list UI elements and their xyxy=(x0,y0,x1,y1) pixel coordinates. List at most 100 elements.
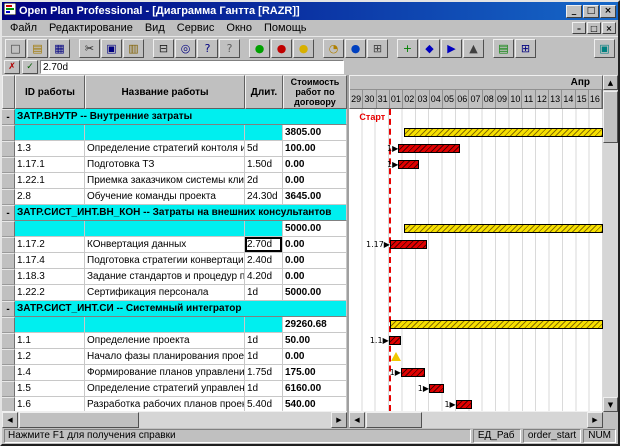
table-row[interactable]: 1.22.2Сертификация персонала1d5000.00 xyxy=(2,285,347,301)
cell-cost[interactable]: 0.00 xyxy=(283,349,347,365)
table-row[interactable]: 5000.00 xyxy=(2,221,347,237)
cell-name[interactable]: Подготовка стратегии конвертации xyxy=(85,253,245,269)
cell-cost[interactable]: 0.00 xyxy=(283,237,347,253)
table-row[interactable]: 1.17.2КОнвертация данных2.70d0.00 xyxy=(2,237,347,253)
row-collapse-indicator[interactable] xyxy=(2,269,15,285)
menu-item-2[interactable]: Вид xyxy=(139,21,171,35)
help-button[interactable]: ? xyxy=(197,39,218,58)
mdi-minimize-button[interactable]: – xyxy=(572,22,586,34)
header-id[interactable]: ID работы xyxy=(15,75,85,109)
table-row[interactable]: -ЗАТР.ВНУТР -- Внутренние затраты xyxy=(2,109,347,125)
cell-cost[interactable]: 540.00 xyxy=(283,397,347,411)
cell-name[interactable]: Приемка заказчиком системы клиент xyxy=(85,173,245,189)
row-collapse-indicator[interactable]: - xyxy=(2,109,15,125)
cell-cost[interactable]: 6160.00 xyxy=(283,381,347,397)
gantt-bar-summary[interactable] xyxy=(404,128,603,137)
cell-cost[interactable]: 0.00 xyxy=(283,173,347,189)
gantt-bar-task[interactable] xyxy=(389,336,401,345)
table-row[interactable]: 1.22.1Приемка заказчиком системы клиент2… xyxy=(2,173,347,189)
table-row[interactable]: 1.17.4Подготовка стратегии конвертации2.… xyxy=(2,253,347,269)
cell-duration[interactable] xyxy=(245,125,283,141)
maximize-button[interactable]: □ xyxy=(583,5,599,18)
cell-name[interactable] xyxy=(85,125,245,141)
cell-cost[interactable]: 3805.00 xyxy=(283,125,347,141)
cell-duration[interactable]: 2d xyxy=(245,173,283,189)
cell-duration[interactable]: 2.70d xyxy=(245,237,283,253)
table-row[interactable]: 1.5Определение стратегий управления и1d6… xyxy=(2,381,347,397)
table-hscroll-track[interactable] xyxy=(18,412,331,428)
cut-button[interactable]: ✂ xyxy=(79,39,100,58)
cell-duration[interactable]: 1.50d xyxy=(245,157,283,173)
table-hscrollbar[interactable]: ◀ ▶ xyxy=(2,411,347,428)
cost-analysis-button[interactable]: ● xyxy=(293,39,314,58)
cell-cost[interactable]: 0.00 xyxy=(283,253,347,269)
cell-name[interactable]: Обучение команды проекта xyxy=(85,189,245,205)
cell-id[interactable]: 1.4 xyxy=(15,365,85,381)
row-collapse-indicator[interactable] xyxy=(2,125,15,141)
mdi-close-button[interactable]: × xyxy=(602,22,616,34)
table-row[interactable]: 1.17.1Подготовка ТЗ1.50d0.00 xyxy=(2,157,347,173)
views-button[interactable]: ⊞ xyxy=(515,39,536,58)
resource-analysis-button[interactable]: ● xyxy=(271,39,292,58)
cell-cost[interactable]: 0.00 xyxy=(283,157,347,173)
cell-name[interactable]: Разработка рабочих планов проекта xyxy=(85,397,245,411)
table-row[interactable]: 1.1Определение проекта1d50.00 xyxy=(2,333,347,349)
minimize-button[interactable]: _ xyxy=(566,5,582,18)
row-collapse-indicator[interactable] xyxy=(2,141,15,157)
cell-id[interactable]: 1.17.4 xyxy=(15,253,85,269)
table-row[interactable]: 1.4Формирование планов управления1.75d17… xyxy=(2,365,347,381)
cell-cost[interactable]: 5000.00 xyxy=(283,221,347,237)
table-row[interactable]: 1.2Начало фазы планирования проекта1d0.0… xyxy=(2,349,347,365)
cell-name[interactable] xyxy=(85,317,245,333)
title-bar[interactable]: Open Plan Professional - [Диаграмма Гант… xyxy=(2,2,618,20)
cell-duration[interactable]: 1d xyxy=(245,381,283,397)
cell-name[interactable]: Сертификация персонала xyxy=(85,285,245,301)
cell-name[interactable]: Формирование планов управления xyxy=(85,365,245,381)
cell-cost[interactable]: 3645.00 xyxy=(283,189,347,205)
menu-item-0[interactable]: Файл xyxy=(4,21,43,35)
table-row[interactable]: 2.8Обучение команды проекта24.30d3645.00 xyxy=(2,189,347,205)
cell-name[interactable]: Определение стратегий контоля и отч xyxy=(85,141,245,157)
cell-duration[interactable]: 2.40d xyxy=(245,253,283,269)
table-row[interactable]: 1.18.3Задание стандартов и процедур по д… xyxy=(2,269,347,285)
row-collapse-indicator[interactable] xyxy=(2,173,15,189)
table-row[interactable]: -ЗАТР.СИСТ_ИНТ.ВН_КОН -- Затраты на внеш… xyxy=(2,205,347,221)
row-collapse-indicator[interactable] xyxy=(2,189,15,205)
header-duration[interactable]: Длит. xyxy=(245,75,283,109)
scroll-right-button[interactable]: ▶ xyxy=(331,412,347,428)
gantt-hscrollbar[interactable]: ◀ ▶ xyxy=(349,411,603,428)
cell-duration[interactable]: 24.30d xyxy=(245,189,283,205)
cell-name[interactable]: КОнвертация данных xyxy=(85,237,245,253)
cell-id[interactable] xyxy=(15,317,85,333)
scroll-left-button[interactable]: ◀ xyxy=(2,412,18,428)
gantt-vscrollbar[interactable]: ▲ ▼ xyxy=(603,75,618,428)
cell-duration[interactable]: 1.75d xyxy=(245,365,283,381)
gantt-bar-summary[interactable] xyxy=(390,320,603,329)
forward-button[interactable]: ▶ xyxy=(441,39,462,58)
header-cost[interactable]: Стоимость работ по договору xyxy=(283,75,347,109)
vscroll-track[interactable] xyxy=(603,90,618,397)
row-collapse-indicator[interactable] xyxy=(2,285,15,301)
cell-id[interactable] xyxy=(15,221,85,237)
save-button[interactable]: ▦ xyxy=(49,39,70,58)
gantt-hscroll-track[interactable] xyxy=(365,412,587,428)
cell-cost[interactable]: 29260.68 xyxy=(283,317,347,333)
gantt-bar-task[interactable] xyxy=(429,384,444,393)
add-button[interactable]: + xyxy=(397,39,418,58)
row-collapse-indicator[interactable] xyxy=(2,333,15,349)
cell-id[interactable]: 1.22.2 xyxy=(15,285,85,301)
cell-cost[interactable]: 50.00 xyxy=(283,333,347,349)
cell-cost[interactable]: 100.00 xyxy=(283,141,347,157)
milestone-marker[interactable] xyxy=(391,352,401,361)
accept-edit-button[interactable]: ✓ xyxy=(22,60,38,74)
cell-duration[interactable] xyxy=(245,221,283,237)
cell-id[interactable]: 1.5 xyxy=(15,381,85,397)
cell-duration[interactable]: 5.40d xyxy=(245,397,283,411)
scroll-up-button[interactable]: ▲ xyxy=(603,75,618,90)
table-row[interactable]: 1.3Определение стратегий контоля и отч5d… xyxy=(2,141,347,157)
cell-id[interactable]: 1.1 xyxy=(15,333,85,349)
table-row[interactable]: 29260.68 xyxy=(2,317,347,333)
row-collapse-indicator[interactable] xyxy=(2,381,15,397)
menu-item-3[interactable]: Сервис xyxy=(171,21,221,35)
cell-cost[interactable]: 175.00 xyxy=(283,365,347,381)
